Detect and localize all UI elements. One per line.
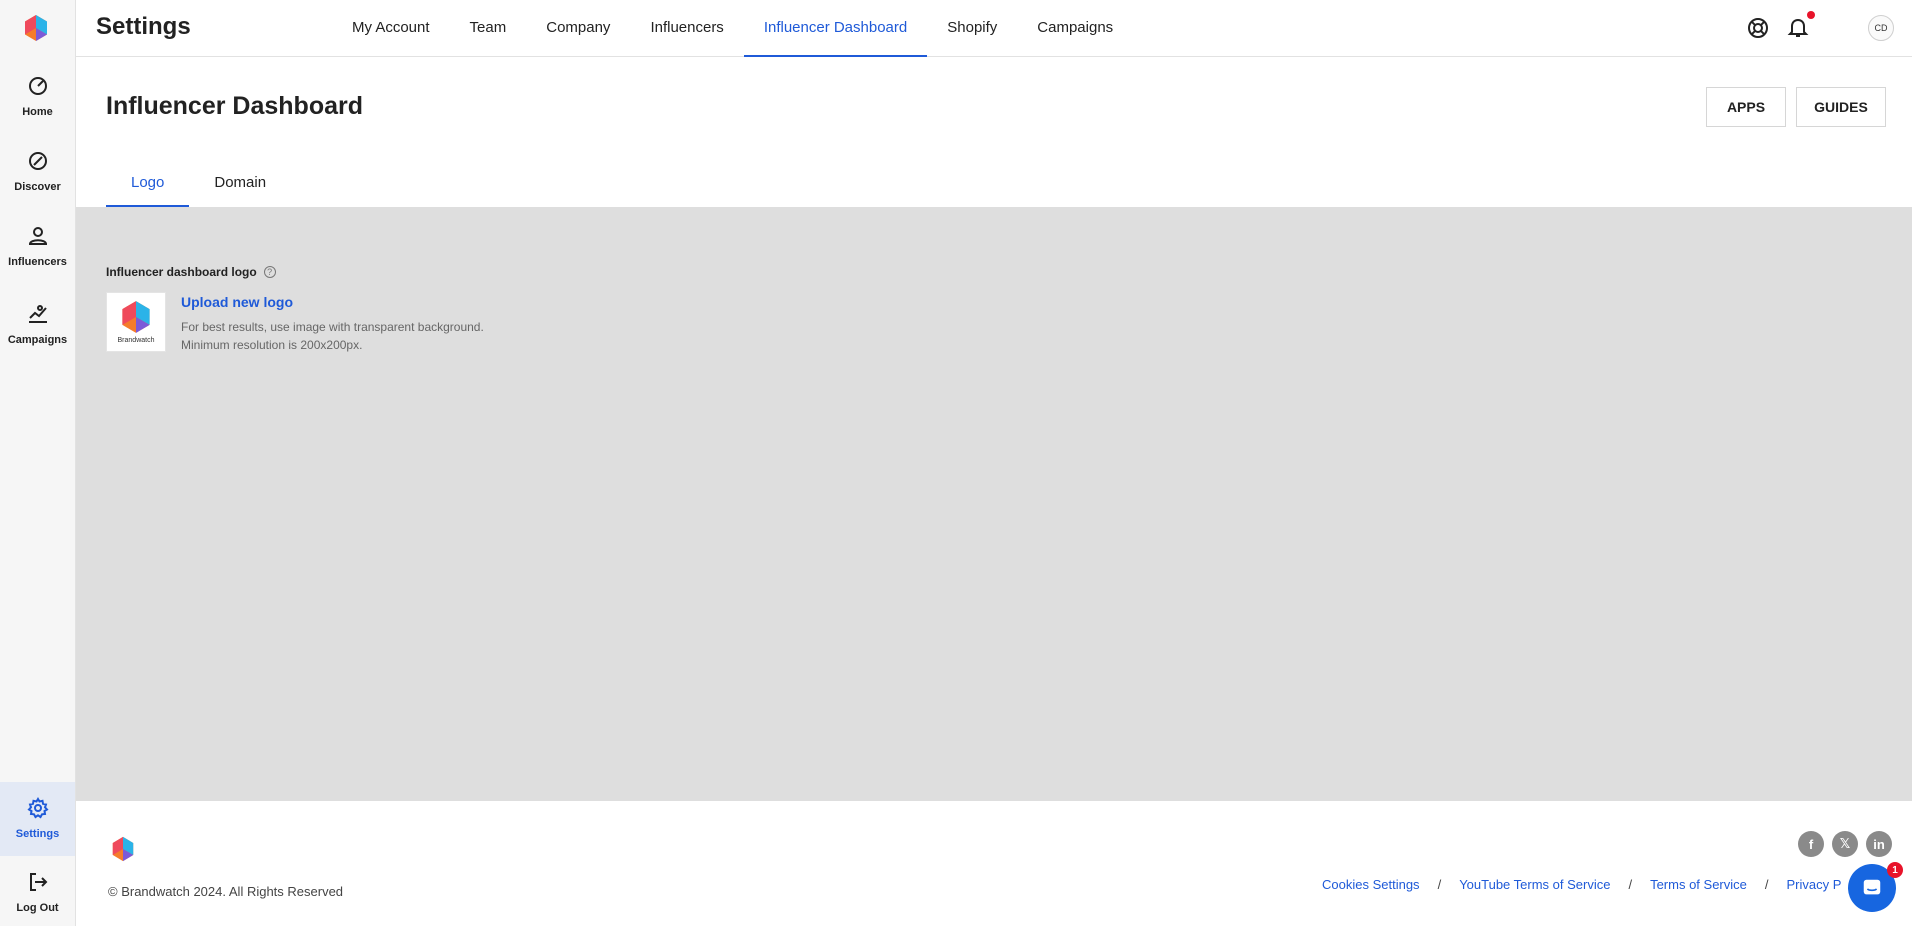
social-links: f 𝕏 in (1798, 831, 1892, 857)
footer-links: Cookies Settings / YouTube Terms of Serv… (1322, 877, 1841, 892)
chat-icon (1863, 879, 1881, 895)
sidebar-item-label: Settings (15, 828, 60, 840)
sidebar-item-label: Campaigns (7, 334, 68, 346)
tab-campaigns[interactable]: Campaigns (1017, 0, 1133, 57)
top-bar: Settings My Account Team Company Influen… (76, 0, 1912, 57)
page-header: Influencer Dashboard APPS GUIDES Logo Do… (76, 57, 1912, 207)
sidebar-item-logout[interactable]: Log Out (0, 862, 75, 926)
app-title: Settings (96, 13, 191, 40)
brand-hexagon-icon[interactable] (22, 14, 50, 42)
separator: / (1437, 877, 1442, 892)
tab-domain[interactable]: Domain (189, 159, 291, 207)
logout-icon (29, 873, 47, 891)
logo-section-label: Influencer dashboard logo ? (106, 265, 276, 279)
page-title: Influencer Dashboard (106, 92, 363, 120)
separator: / (1764, 877, 1769, 892)
tab-my-account[interactable]: My Account (332, 0, 450, 57)
tab-influencers[interactable]: Influencers (630, 0, 743, 57)
settings-tabs: My Account Team Company Influencers Infl… (332, 0, 1133, 57)
separator: / (1628, 877, 1633, 892)
apps-button[interactable]: APPS (1706, 87, 1786, 127)
chat-badge: 1 (1887, 862, 1903, 878)
sidebar-item-discover[interactable]: Discover (0, 141, 75, 207)
content-area: Influencer dashboard logo ? Brandwatch U… (76, 207, 1912, 801)
logo-section-title: Influencer dashboard logo (106, 265, 257, 279)
sidebar: Home Discover Influencers Campaigns Sett… (0, 0, 76, 926)
tab-influencer-dashboard[interactable]: Influencer Dashboard (743, 0, 928, 57)
sidebar-item-home[interactable]: Home (0, 66, 75, 132)
compass-icon (28, 152, 47, 170)
help-icon[interactable]: ? (263, 266, 276, 278)
facebook-icon[interactable]: f (1798, 831, 1824, 857)
sidebar-item-label: Log Out (16, 902, 59, 914)
lifebuoy-icon[interactable] (1746, 16, 1770, 40)
bell-icon[interactable] (1786, 15, 1810, 39)
logo-hint: For best results, use image with transpa… (181, 320, 484, 334)
logo-preview-text: Brandwatch (117, 337, 155, 344)
logo-preview: Brandwatch (106, 292, 166, 352)
tab-company[interactable]: Company (526, 0, 630, 57)
person-icon (28, 227, 47, 245)
terms-of-service-link[interactable]: Terms of Service (1650, 877, 1747, 892)
youtube-terms-link[interactable]: YouTube Terms of Service (1459, 877, 1610, 892)
guides-button[interactable]: GUIDES (1796, 87, 1886, 127)
upload-logo-link[interactable]: Upload new logo (181, 294, 293, 310)
sidebar-item-campaigns[interactable]: Campaigns (0, 294, 75, 360)
copyright: © Brandwatch 2024. All Rights Reserved (108, 884, 344, 899)
linkedin-icon[interactable]: in (1866, 831, 1892, 857)
x-icon[interactable]: 𝕏 (1832, 831, 1858, 857)
footer: © Brandwatch 2024. All Rights Reserved f… (76, 801, 1912, 926)
notification-dot (1807, 11, 1815, 19)
gear-icon (26, 797, 49, 819)
sidebar-item-label: Influencers (8, 256, 67, 268)
logo-hint: Minimum resolution is 200x200px. (181, 338, 363, 352)
subtabs: Logo Domain (106, 159, 291, 207)
brand-hexagon-icon (112, 836, 134, 862)
cookies-settings-link[interactable]: Cookies Settings (1322, 877, 1420, 892)
chart-person-icon (28, 305, 47, 323)
tab-team[interactable]: Team (450, 0, 527, 57)
gauge-icon (28, 77, 47, 95)
sidebar-item-settings[interactable]: Settings (0, 782, 75, 856)
privacy-policy-link[interactable]: Privacy P (1787, 877, 1842, 892)
sidebar-item-label: Home (22, 106, 53, 118)
brand-hexagon-icon (122, 301, 150, 333)
avatar[interactable]: CD (1868, 15, 1894, 41)
sidebar-item-influencers[interactable]: Influencers (0, 216, 75, 282)
tab-shopify[interactable]: Shopify (927, 0, 1017, 57)
tab-logo[interactable]: Logo (106, 159, 190, 207)
sidebar-item-label: Discover (14, 181, 61, 193)
